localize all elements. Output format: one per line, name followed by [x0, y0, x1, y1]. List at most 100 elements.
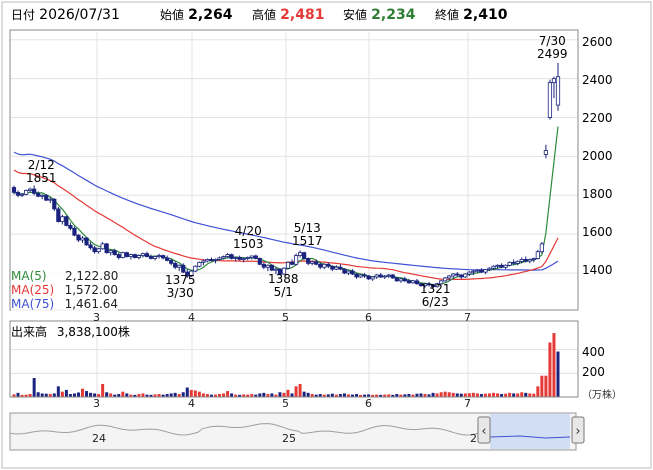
- month-tick: 4: [188, 311, 195, 324]
- candle-body: [84, 237, 89, 246]
- candle-body: [124, 252, 129, 257]
- candle-body: [265, 264, 270, 268]
- candle-body: [11, 187, 17, 193]
- candle-body: [338, 266, 343, 270]
- volume-bar: [56, 386, 60, 397]
- candle-body: [140, 253, 146, 256]
- volume-bar: [141, 393, 145, 397]
- candle-body: [156, 255, 162, 257]
- candle-body: [169, 260, 174, 264]
- candle-body: [80, 237, 85, 241]
- annotation-value: 2499: [537, 47, 568, 61]
- chevron-right-icon: ›: [575, 424, 580, 439]
- volume-bar: [544, 375, 548, 397]
- candle-body: [181, 264, 186, 273]
- candle-body: [354, 273, 359, 278]
- candle-body: [128, 254, 133, 257]
- candle-body: [394, 277, 399, 282]
- candle-body: [455, 273, 460, 276]
- candle-body: [370, 276, 375, 280]
- volume-bar: [516, 393, 520, 397]
- volume-bar: [496, 393, 500, 397]
- volume-bar: [52, 393, 56, 397]
- candle-body: [261, 263, 266, 268]
- volume-tick: 400: [582, 345, 605, 359]
- candle-body: [273, 268, 279, 271]
- candle-body: [144, 253, 150, 257]
- candle-body: [177, 264, 182, 268]
- candle-body: [104, 243, 109, 254]
- candle-body: [60, 216, 65, 222]
- candle-body: [245, 257, 250, 259]
- candle-body: [221, 256, 226, 259]
- volume-bar: [487, 393, 491, 397]
- price-tick: 2200: [582, 111, 613, 125]
- candle-body: [40, 194, 45, 197]
- candle-body: [165, 257, 170, 261]
- volume-bar: [270, 393, 274, 397]
- annotation-date: 5/1: [273, 285, 293, 299]
- candle-body: [213, 259, 218, 261]
- volume-bar: [520, 392, 524, 397]
- date-label: 日付: [11, 8, 36, 22]
- candle-body: [475, 269, 480, 272]
- volume-bar: [258, 393, 262, 397]
- candle-body: [112, 250, 117, 255]
- volume-bar: [475, 393, 479, 397]
- candle-body: [382, 275, 387, 278]
- candle-body: [193, 265, 198, 272]
- candle-body: [269, 264, 274, 271]
- volume-bar: [89, 392, 93, 397]
- candle-body: [398, 278, 403, 282]
- candle-body: [322, 263, 327, 268]
- candle-body: [306, 258, 311, 264]
- date-value: 2026/07/31: [39, 7, 120, 23]
- candle-body: [531, 258, 536, 260]
- legend-ma75-value: 1,461.64: [64, 297, 119, 311]
- candle-body: [551, 78, 557, 83]
- candle-body: [358, 274, 363, 278]
- volume-bar: [306, 392, 310, 397]
- candle-body: [241, 258, 246, 260]
- header-high: 高値 2,481: [252, 6, 324, 25]
- candle-body: [64, 216, 69, 226]
- legend-ma25-label: MA(25): [11, 283, 55, 297]
- volume-bar: [540, 375, 544, 397]
- volume-bar: [512, 393, 516, 397]
- volume-bar: [40, 393, 44, 397]
- candle-body: [132, 254, 137, 258]
- volume-bar: [548, 342, 552, 397]
- volume-bar: [302, 391, 306, 397]
- volume-tick: 200: [582, 365, 605, 379]
- volume-bar: [508, 392, 512, 397]
- high-value: 2,481: [280, 7, 325, 23]
- candle-body: [44, 194, 49, 201]
- volume-bar: [447, 392, 451, 397]
- navigator-selection[interactable]: [490, 414, 570, 449]
- candle-body: [217, 257, 222, 260]
- candle-body: [197, 261, 202, 267]
- candle-body: [19, 193, 25, 196]
- candle-body: [201, 260, 206, 263]
- volume-bar: [552, 333, 556, 397]
- annotation-low: 1321 6/23: [420, 283, 451, 309]
- candle-body: [535, 251, 540, 259]
- legend-ma75: MA(75) 1,461.64: [11, 297, 119, 311]
- candle-body: [346, 270, 351, 274]
- candle-body: [386, 274, 391, 277]
- volume-bar: [298, 383, 302, 397]
- volume-bar: [197, 391, 201, 397]
- legend-ma25-value: 1,572.00: [64, 283, 119, 297]
- volume-unit: （万株）: [582, 390, 622, 401]
- volume-bar: [528, 393, 532, 397]
- candle-body: [451, 273, 456, 277]
- month-tick: 3: [93, 311, 100, 324]
- legend-ma75-label: MA(75): [11, 297, 55, 311]
- candle-body: [148, 256, 154, 259]
- low-value: 2,234: [371, 7, 416, 23]
- volume-bar: [222, 393, 226, 397]
- open-label: 始値: [160, 8, 185, 22]
- candle-body: [503, 264, 508, 268]
- candle-body: [366, 275, 371, 280]
- candle-body: [205, 259, 210, 262]
